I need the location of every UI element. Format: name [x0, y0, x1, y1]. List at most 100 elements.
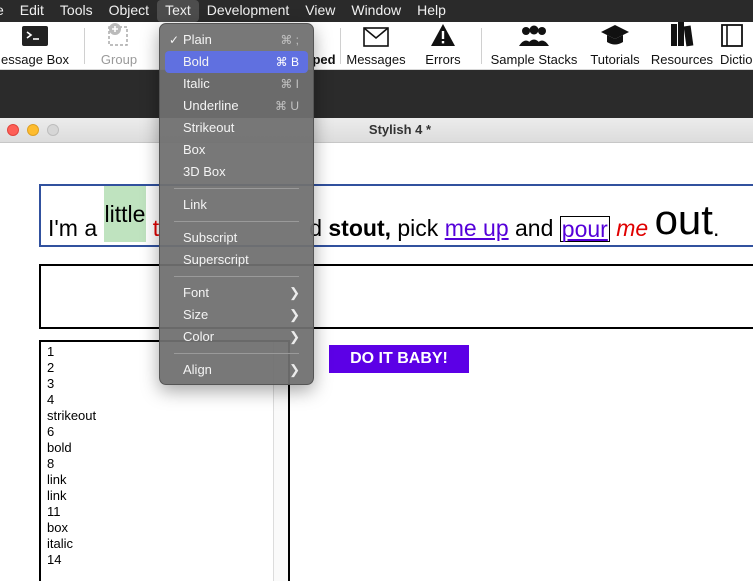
menu-item-box[interactable]: Box — [165, 139, 308, 161]
group-button[interactable]: Group — [96, 22, 142, 70]
list-item: italic — [47, 536, 74, 551]
text-run: pick — [391, 215, 445, 241]
menu-separator — [174, 221, 299, 222]
menu-item-label: Align — [183, 362, 212, 377]
group-icon — [106, 21, 132, 50]
shortcut-label: ⌘ ; — [280, 33, 299, 47]
messages-button[interactable]: Messages — [344, 22, 408, 70]
menu-item-underline[interactable]: Underline ⌘ U — [165, 95, 308, 117]
list-item: 4 — [47, 392, 55, 407]
envelope-icon — [363, 27, 389, 50]
toolbar-divider — [340, 28, 341, 64]
menu-help[interactable]: Help — [409, 0, 454, 22]
list-item: link — [47, 472, 67, 487]
graduation-cap-icon — [600, 23, 630, 50]
menu-item-label: Box — [183, 142, 206, 157]
styled-text-line: I'm a little t d stout, pick me up and p… — [48, 186, 720, 242]
list-item: box — [47, 520, 68, 535]
menu-item-label: Link — [183, 197, 207, 212]
toolbar-divider — [84, 28, 85, 64]
empty-text-field[interactable] — [39, 264, 753, 329]
list-item: bold — [47, 440, 72, 455]
text-run-bold: stout, — [328, 215, 391, 241]
messages-label: Messages — [346, 52, 406, 67]
chevron-right-icon: ❯ — [289, 285, 300, 300]
tutorials-button[interactable]: Tutorials — [587, 22, 643, 70]
menu-item-size[interactable]: Size ❯ — [165, 304, 308, 326]
menu-item-label: Font — [183, 285, 210, 300]
text-run: and — [508, 215, 560, 241]
menu-text[interactable]: Text — [157, 0, 199, 22]
errors-button[interactable]: Errors — [420, 22, 466, 70]
books-icon — [670, 21, 694, 50]
list-item: 11 — [47, 504, 61, 519]
list-item: 14 — [47, 552, 62, 567]
styled-text-field[interactable]: I'm a little t d stout, pick me up and p… — [39, 184, 753, 247]
menu-item-color[interactable]: Color ❯ — [165, 326, 308, 348]
do-it-button[interactable]: DO IT BABY! — [329, 345, 469, 373]
dictionary-button[interactable]: Dictio — [720, 22, 753, 70]
list-lines: 1 2 3 4 strikeout 6 bold 8 link link 11 … — [47, 344, 96, 568]
checkmark-icon: ✓ — [169, 33, 180, 47]
tutorials-label: Tutorials — [590, 52, 640, 67]
menu-development[interactable]: Development — [199, 0, 298, 22]
text-link[interactable]: me up — [445, 215, 509, 242]
menu-view[interactable]: View — [297, 0, 343, 22]
menu-item-subscript[interactable]: Subscript — [165, 227, 308, 249]
text-run-highlighted: little — [103, 186, 147, 242]
menu-item-align[interactable]: Align ❯ — [165, 359, 308, 381]
menu-item-label: Strikeout — [183, 120, 235, 135]
window-titlebar[interactable]: Stylish 4 * — [0, 118, 753, 143]
menu-item-label: Underline — [183, 98, 239, 113]
menu-item-label: Italic — [183, 76, 210, 91]
dictionary-label: Dictio — [720, 52, 753, 67]
toolbar-item-partial[interactable]: ped — [312, 22, 336, 70]
menu-window[interactable]: Window — [343, 0, 409, 22]
menu-item-link[interactable]: Link — [165, 194, 308, 216]
errors-label: Errors — [425, 52, 461, 67]
menu-item-label: Color — [183, 329, 215, 344]
people-icon — [517, 25, 551, 50]
text-run-italic: me — [616, 215, 649, 241]
book-icon — [720, 23, 744, 50]
list-item: strikeout — [47, 408, 97, 423]
warning-icon — [430, 23, 456, 50]
sample-stacks-button[interactable]: Sample Stacks — [487, 22, 581, 70]
menu-item-3d-box[interactable]: 3D Box — [165, 161, 308, 183]
resources-label: Resources — [650, 52, 714, 67]
menu-item-strikeout[interactable]: Strikeout — [165, 117, 308, 139]
shortcut-label: ⌘ U — [275, 99, 299, 113]
text-run-boxed-link[interactable]: pour — [559, 216, 610, 242]
list-item: 2 — [47, 360, 55, 375]
menu-item-label: 3D Box — [183, 164, 226, 179]
menu-item-label: Subscript — [183, 230, 238, 245]
menu-item-label: Superscript — [183, 252, 249, 267]
menu-item-superscript[interactable]: Superscript — [165, 249, 308, 271]
menu-file[interactable]: e — [0, 0, 12, 22]
message-box-button[interactable]: essage Box — [0, 22, 76, 70]
list-item: 1 — [47, 344, 55, 359]
menu-object[interactable]: Object — [101, 0, 157, 22]
menu-item-italic[interactable]: Italic ⌘ I — [165, 73, 308, 95]
menu-item-font[interactable]: Font ❯ — [165, 282, 308, 304]
text-run: I'm a — [48, 215, 104, 241]
list-item: 6 — [47, 424, 55, 439]
desktop-background — [0, 70, 753, 118]
toolbar: essage Box Group ped Messages Errors Sam… — [0, 22, 753, 70]
menu-item-label: Plain — [183, 32, 212, 47]
list-item: 8 — [47, 456, 55, 471]
resources-button[interactable]: Resources — [648, 22, 716, 70]
text-menu-dropdown: ✓ Plain ⌘ ; Bold ⌘ B Italic ⌘ I Underlin… — [159, 23, 314, 385]
menu-item-bold[interactable]: Bold ⌘ B — [165, 51, 308, 73]
message-box-label: essage Box — [1, 52, 69, 67]
menu-separator — [174, 188, 299, 189]
menu-edit[interactable]: Edit — [12, 0, 52, 22]
shortcut-label: ⌘ I — [280, 77, 299, 91]
menu-item-plain[interactable]: ✓ Plain ⌘ ; — [165, 29, 308, 51]
menu-tools[interactable]: Tools — [52, 0, 101, 22]
menu-separator — [174, 353, 299, 354]
chevron-right-icon: ❯ — [289, 329, 300, 344]
text-run: . — [712, 215, 720, 241]
list-item: link — [47, 488, 67, 503]
chevron-right-icon: ❯ — [289, 362, 300, 377]
